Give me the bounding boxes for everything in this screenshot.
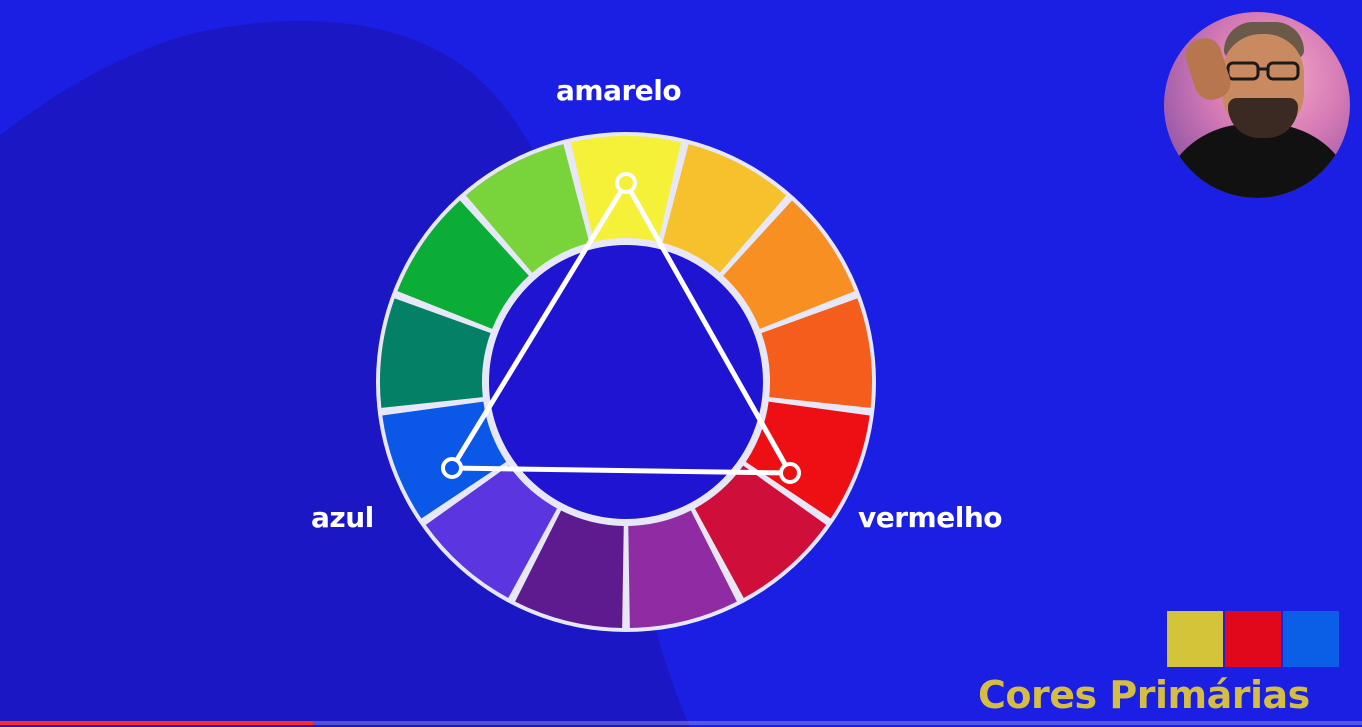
video-frame[interactable]: amarelo azul vermelho Cores Primárias bbox=[0, 0, 1362, 727]
vertex-azul bbox=[441, 457, 463, 479]
presenter-avatar bbox=[1164, 12, 1350, 198]
slide-caption: Cores Primárias bbox=[978, 673, 1310, 717]
label-vermelho: vermelho bbox=[858, 501, 1002, 534]
video-progress-bar[interactable] bbox=[0, 721, 1362, 725]
label-azul: azul bbox=[311, 501, 374, 534]
vertex-amarelo bbox=[615, 172, 637, 194]
swatch-amarelo bbox=[1167, 611, 1223, 667]
swatch-vermelho bbox=[1225, 611, 1281, 667]
wheel-center bbox=[483, 239, 769, 525]
swatch-azul bbox=[1283, 611, 1339, 667]
primary-swatches bbox=[1167, 611, 1339, 667]
video-progress-fill bbox=[0, 721, 314, 725]
color-wheel bbox=[376, 132, 876, 632]
vertex-vermelho bbox=[779, 462, 801, 484]
label-amarelo: amarelo bbox=[556, 74, 682, 107]
glasses-icon bbox=[1226, 61, 1300, 81]
